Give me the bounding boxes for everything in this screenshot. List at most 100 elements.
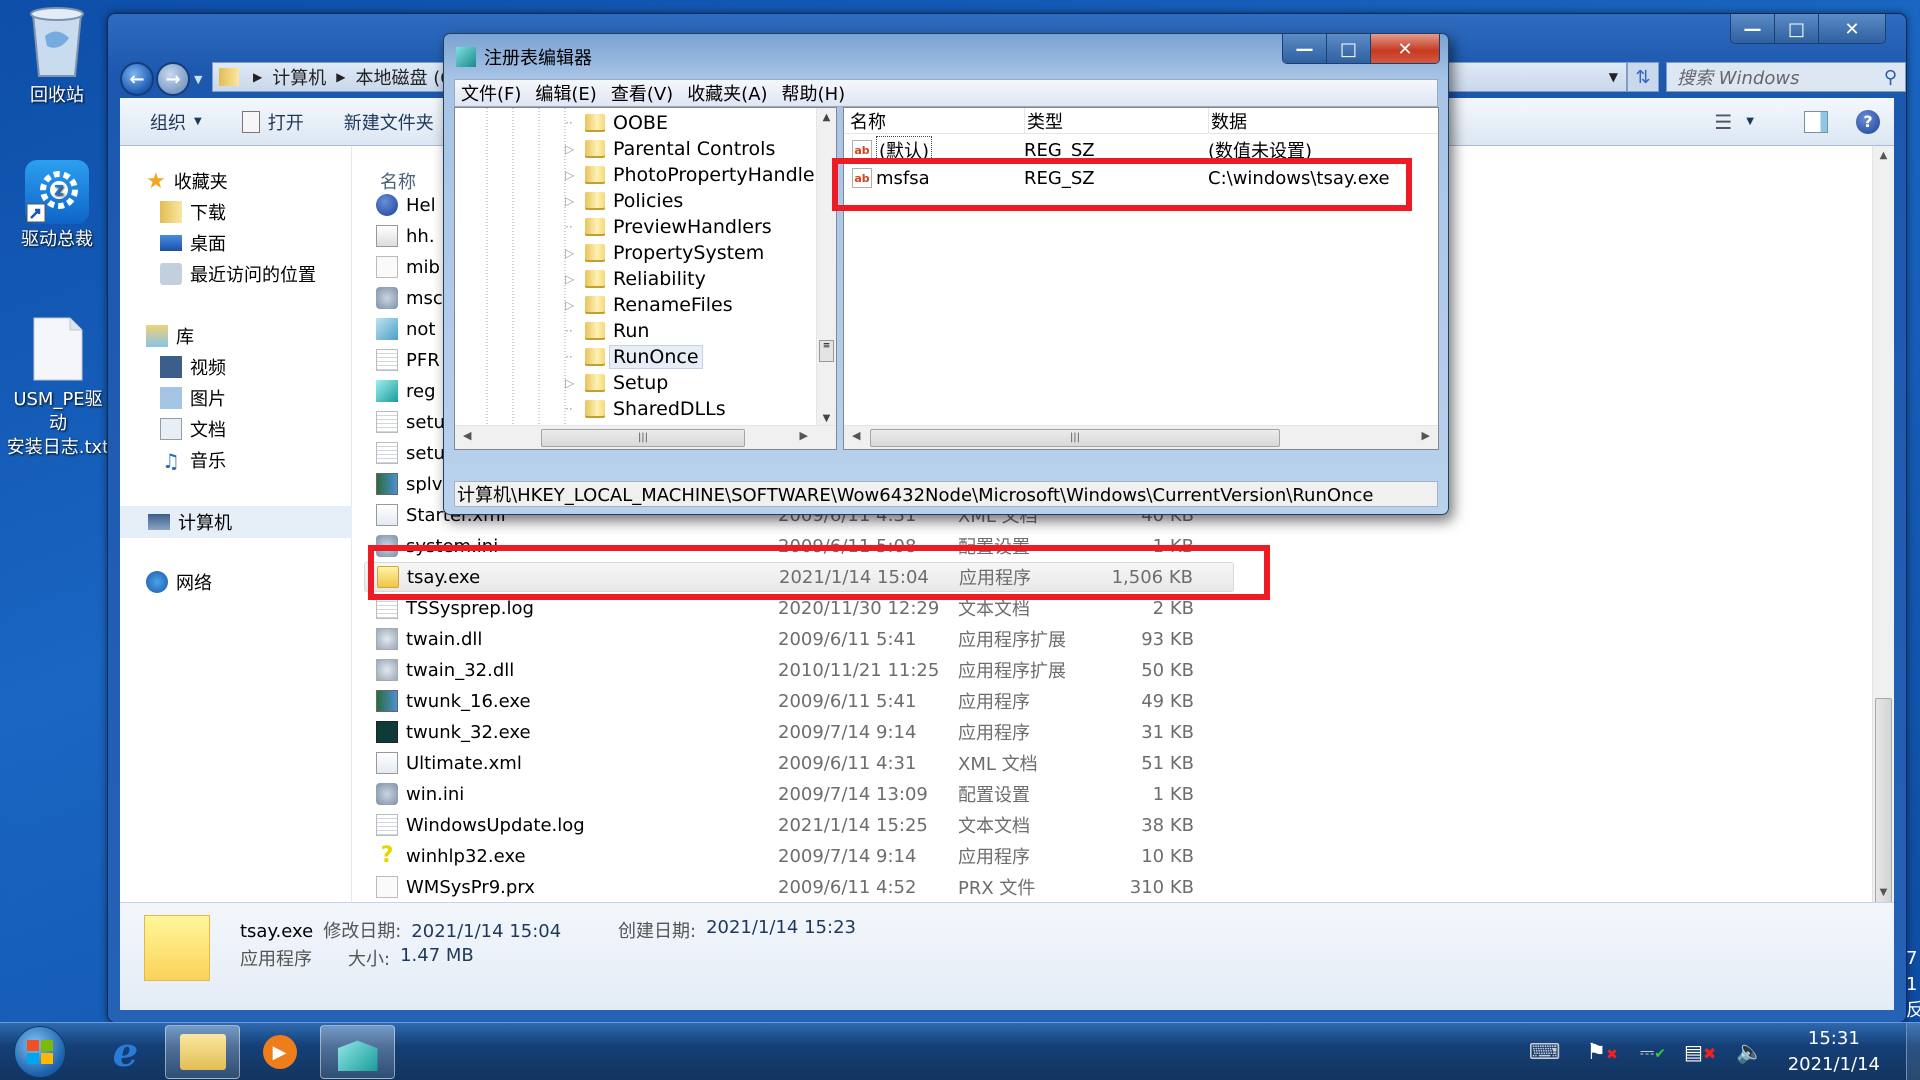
expand-arrow-icon[interactable]: ▷	[565, 298, 579, 312]
expand-arrow-icon[interactable]: ▷	[565, 168, 579, 182]
regedit-minimize-button[interactable]: —	[1283, 34, 1327, 63]
file-row[interactable]: twain.dll 2009/6/11 5:41 应用程序扩展 93 KB	[364, 624, 1234, 654]
tree-key[interactable]: ▷ Reliability	[565, 266, 706, 292]
search-icon[interactable]: ⚲	[1884, 67, 1897, 88]
file-row[interactable]: WindowsUpdate.log 2021/1/14 15:25 文本文档 38 K…	[364, 810, 1234, 840]
tree-key[interactable]: ▷ Setup	[565, 370, 668, 396]
nav-network[interactable]: 网络	[146, 569, 212, 595]
nav-favorites[interactable]: ★ 收藏夹	[146, 168, 228, 194]
address-dropdown-icon[interactable]: ▼	[1609, 70, 1618, 84]
refresh-button[interactable]: ⇅	[1627, 62, 1659, 92]
tree-scrollbar-thumb[interactable]: ≡	[819, 340, 834, 362]
scrollbar-thumb[interactable]	[1875, 698, 1892, 903]
start-button[interactable]	[14, 1026, 66, 1078]
taskbar-windows-explorer[interactable]	[165, 1025, 240, 1079]
tree-vertical-scrollbar[interactable]: ▲ ≡ ▼	[816, 108, 836, 426]
column-header-type[interactable]: 类型	[1024, 107, 1063, 134]
back-button[interactable]: ←	[120, 62, 154, 96]
file-row[interactable]: WMSysPr9.prx 2009/6/11 4:52 PRX 文件 310 KB	[364, 872, 1234, 902]
nav-music[interactable]: ♫ 音乐	[160, 447, 226, 473]
tree-key[interactable]: ·· PreviewHandlers	[565, 214, 772, 240]
tree-key[interactable]: ▷ RenameFiles	[565, 292, 733, 318]
vertical-scrollbar[interactable]: ▲ ▼	[1872, 146, 1894, 903]
scroll-left-icon[interactable]: ◀	[852, 429, 860, 442]
file-row[interactable]: twunk_32.exe 2009/7/14 9:14 应用程序 31 KB	[364, 717, 1234, 747]
menu-edit[interactable]: 编辑(E)	[535, 80, 596, 106]
scroll-up-icon[interactable]: ▲	[817, 112, 836, 123]
menu-file[interactable]: 文件(F)	[461, 80, 521, 106]
volume-icon[interactable]: 🔈	[1736, 1040, 1763, 1065]
regedit-close-button[interactable]: ✕	[1371, 34, 1439, 63]
nav-pictures[interactable]: 图片	[160, 385, 226, 411]
nav-downloads[interactable]: 下载	[160, 199, 226, 225]
nav-recent-places[interactable]: 最近访问的位置	[160, 261, 316, 287]
open-button[interactable]: 打开	[241, 109, 304, 135]
values-hscroll-thumb[interactable]: |||	[870, 429, 1280, 447]
menu-favorites[interactable]: 收藏夹(A)	[687, 80, 767, 106]
file-type: 应用程序	[958, 692, 1030, 713]
view-options-button[interactable]: ☰ ▼	[1714, 110, 1754, 134]
expand-arrow-icon[interactable]: ▷	[565, 246, 579, 260]
column-header-data[interactable]: 数据	[1208, 107, 1247, 134]
nav-documents[interactable]: 文档	[160, 416, 226, 442]
preview-pane-button[interactable]	[1804, 110, 1828, 133]
tree-key-selected[interactable]: ·· RunOnce	[565, 344, 703, 370]
search-input[interactable]: 搜索 Windows ⚲	[1666, 62, 1906, 92]
tree-horizontal-scrollbar[interactable]: ◀ ||| ▶	[455, 425, 836, 449]
scroll-down-icon[interactable]: ▼	[1873, 887, 1894, 898]
show-desktop-button[interactable]	[1906, 1023, 1920, 1080]
taskbar-internet-explorer[interactable]: e	[88, 1025, 163, 1079]
nav-videos[interactable]: 视频	[160, 354, 226, 380]
nav-desktop[interactable]: 桌面	[160, 230, 226, 256]
tree-key[interactable]: ▷ Policies	[565, 188, 683, 214]
tree-key[interactable]: ·· Run	[565, 318, 649, 344]
column-header-name[interactable]: 名称	[850, 108, 886, 134]
values-horizontal-scrollbar[interactable]: ◀ ||| ▶	[844, 425, 1438, 449]
action-center-flag-icon[interactable]: ⚑✖	[1586, 1040, 1617, 1065]
expand-arrow-icon[interactable]: ▷	[565, 194, 579, 208]
menu-view[interactable]: 查看(V)	[611, 80, 673, 106]
file-row[interactable]: twain_32.dll 2010/11/21 11:25 应用程序扩展 50 KB	[364, 655, 1234, 685]
new-folder-button[interactable]: 新建文件夹	[344, 109, 434, 135]
minimize-button[interactable]: —	[1731, 14, 1775, 43]
expand-arrow-icon[interactable]: ▷	[565, 142, 579, 156]
expand-arrow-icon[interactable]: ▷	[565, 272, 579, 286]
tree-key[interactable]: ▷ PropertySystem	[565, 240, 764, 266]
taskbar-media-player[interactable]: ▶	[242, 1025, 317, 1079]
close-button[interactable]: ✕	[1819, 14, 1885, 43]
menu-help[interactable]: 帮助(H)	[782, 80, 846, 106]
organize-button[interactable]: 组织 ▼	[150, 109, 202, 135]
scroll-right-icon[interactable]: ▶	[800, 429, 808, 442]
notepad-icon	[376, 318, 398, 340]
forward-button[interactable]: →	[156, 62, 190, 96]
scroll-right-icon[interactable]: ▶	[1422, 429, 1430, 442]
tree-key[interactable]: ▷ Parental Controls	[565, 136, 775, 162]
maximize-button[interactable]: □	[1775, 14, 1819, 43]
expand-arrow-icon[interactable]: ▷	[565, 376, 579, 390]
desktop-icon-recycle-bin[interactable]: 回收站	[7, 6, 107, 108]
keyboard-icon[interactable]: ⌨	[1529, 1040, 1561, 1065]
regedit-maximize-button[interactable]: □	[1327, 34, 1371, 63]
usb-device-icon[interactable]: ⎓✔	[1640, 1042, 1666, 1063]
desktop-icon-text-file[interactable]: USM_PE驱动 安装日志.txt	[6, 316, 110, 460]
scroll-down-icon[interactable]: ▼	[817, 413, 836, 424]
recent-pages-dropdown[interactable]: ▼	[194, 73, 202, 86]
tree-key[interactable]: ▷ PhotoPropertyHandler	[565, 162, 822, 188]
tree-key[interactable]: ·· OOBE	[565, 110, 668, 136]
tree-key[interactable]: ·· SharedDLLs	[565, 396, 726, 422]
file-row[interactable]: twunk_16.exe 2009/6/11 5:41 应用程序 49 KB	[364, 686, 1234, 716]
help-button[interactable]: ?	[1856, 109, 1880, 134]
tree-hscroll-thumb[interactable]: |||	[541, 429, 745, 447]
breadcrumb-computer[interactable]: 计算机	[272, 64, 326, 90]
nav-libraries[interactable]: 库	[146, 323, 194, 349]
scroll-up-icon[interactable]: ▲	[1873, 150, 1894, 161]
file-row[interactable]: win.ini 2009/7/14 13:09 配置设置 1 KB	[364, 779, 1234, 809]
network-disconnected-icon[interactable]: ▤✖	[1684, 1040, 1716, 1064]
file-row[interactable]: Ultimate.xml 2009/6/11 4:31 XML 文档 51 KB	[364, 748, 1234, 778]
taskbar-registry-editor[interactable]	[320, 1025, 395, 1079]
desktop-icon-driver-app[interactable]: Z 驱动总裁	[7, 160, 107, 252]
clock[interactable]: 15:31 2021/1/14	[1788, 1026, 1880, 1078]
nav-computer[interactable]: 计算机	[120, 506, 352, 538]
scroll-left-icon[interactable]: ◀	[463, 429, 471, 442]
file-row[interactable]: ? winhlp32.exe 2009/7/14 9:14 应用程序 10 KB	[364, 841, 1234, 871]
